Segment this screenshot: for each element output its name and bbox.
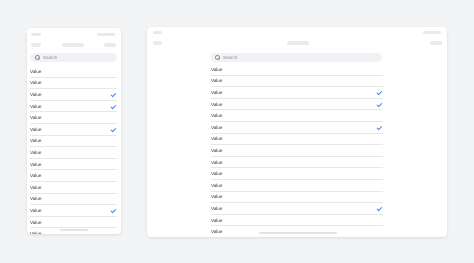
list-item-label: Value [211,78,223,84]
search-icon [215,55,220,60]
list-item[interactable]: Value [211,203,383,215]
list-item[interactable]: Value [30,182,117,194]
list-item-label: Value [211,124,223,130]
list-item-label: Value [30,149,42,155]
search-field[interactable]: Search [210,53,382,62]
list-item[interactable]: Value [211,168,383,180]
list-item-label: Value [211,136,223,142]
list-item[interactable]: Value [211,110,383,122]
list-item[interactable]: Value [30,136,117,148]
list-item[interactable]: Value [211,87,383,99]
list-item[interactable]: Value [30,66,117,78]
list-item[interactable]: Value [30,78,117,90]
list-item[interactable]: Value [211,76,383,88]
list-item-label: Value [30,68,42,74]
home-indicator [60,229,88,231]
value-list: Value Value Value Value Value Value Value Value… [211,64,383,237]
list-item-label: Value [211,217,223,223]
nav-back-button[interactable] [31,43,41,47]
list-item-label: Value [211,101,223,107]
checkmark-icon [376,125,382,130]
list-item-label: Value [211,205,223,211]
list-item-label: Value [211,171,223,177]
list-item-label: Value [30,184,42,190]
nav-action-button[interactable] [430,41,442,45]
list-item[interactable]: Value [30,112,117,124]
list-item[interactable]: Value [30,170,117,182]
status-bar-indicators [423,31,441,34]
list-item[interactable]: Value [211,64,383,76]
list-item-label: Value [30,173,42,179]
list-item-label: Value [211,182,223,188]
list-item-label: Value [30,80,42,86]
status-bar-indicators [97,33,115,36]
checkmark-icon [376,102,382,107]
search-placeholder: Search [43,55,58,60]
list-item-label: Value [30,196,42,202]
list-item-label: Value [30,219,42,225]
tablet-frame: Search Value Value Value Value Value Value Val… [147,27,447,237]
search-icon [35,55,40,60]
list-item[interactable]: Value [211,215,383,227]
list-item[interactable]: Value [30,217,117,229]
phone-frame: Search Value Value Value Value Value Value Val… [27,28,121,234]
checkmark-icon [376,206,382,211]
list-item-label: Value [30,91,42,97]
list-item[interactable]: Value [211,122,383,134]
list-item[interactable]: Value [211,157,383,169]
list-item[interactable]: Value [211,99,383,111]
list-item-label: Value [30,126,42,132]
checkmark-icon [110,104,116,109]
search-field[interactable]: Search [30,53,117,62]
list-item-label: Value [30,231,42,234]
nav-action-button[interactable] [104,43,116,47]
checkmark-icon [110,208,116,213]
value-list: Value Value Value Value Value Value Value Value… [30,66,117,234]
list-item[interactable]: Value [30,89,117,101]
list-item[interactable]: Value [30,159,117,171]
checkmark-icon [376,90,382,95]
list-item-label: Value [211,159,223,165]
list-item[interactable]: Value [30,124,117,136]
list-item-label: Value [211,66,223,72]
list-item[interactable]: Value [30,101,117,113]
checkmark-icon [110,92,116,97]
list-item-label: Value [30,161,42,167]
list-item[interactable]: Value [30,205,117,217]
checkmark-icon [110,127,116,132]
list-item[interactable]: Value [211,192,383,204]
status-bar-time [31,33,41,36]
list-item-label: Value [211,229,223,235]
list-item[interactable]: Value [211,134,383,146]
list-item-label: Value [30,115,42,121]
home-indicator [259,232,337,234]
list-item[interactable]: Value [30,147,117,159]
list-item[interactable]: Value [211,180,383,192]
list-item-label: Value [30,103,42,109]
list-item-label: Value [211,194,223,200]
list-item-label: Value [211,147,223,153]
nav-title [287,41,309,45]
search-placeholder: Search [223,55,238,60]
list-item[interactable]: Value [30,194,117,206]
nav-title [62,43,84,47]
list-item-label: Value [211,89,223,95]
list-item-label: Value [211,113,223,119]
list-item[interactable]: Value [211,145,383,157]
status-bar-time [153,31,162,34]
list-item-label: Value [30,207,42,213]
list-item-label: Value [30,138,42,144]
nav-back-button[interactable] [153,41,162,45]
